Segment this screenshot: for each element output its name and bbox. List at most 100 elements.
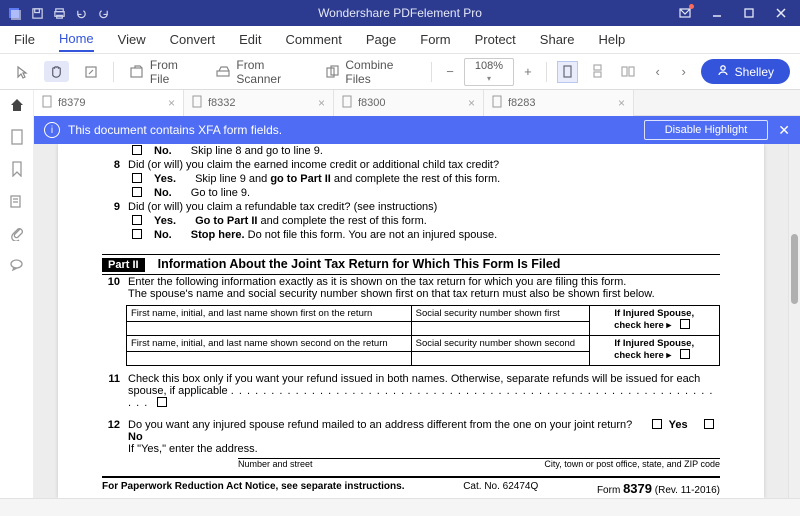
minimize-button[interactable] bbox=[704, 0, 730, 26]
checkbox[interactable] bbox=[680, 319, 690, 329]
zoom-out-button[interactable]: − bbox=[442, 63, 458, 81]
form-footer: For Paperwork Reduction Act Notice, see … bbox=[102, 476, 720, 496]
no-label: No. bbox=[154, 229, 172, 241]
menu-bar: File Home View Convert Edit Comment Page… bbox=[0, 26, 800, 54]
zoom-in-button[interactable]: + bbox=[520, 63, 536, 81]
info-banner: i This document contains XFA form fields… bbox=[34, 116, 800, 144]
combine-files-button[interactable]: Combine Files bbox=[320, 55, 421, 89]
status-bar bbox=[0, 498, 800, 516]
checkbox[interactable] bbox=[652, 419, 662, 429]
footer-catalog: Cat. No. 62474Q bbox=[463, 481, 538, 496]
thumbnails-icon[interactable] bbox=[8, 128, 26, 146]
attachments-icon[interactable] bbox=[8, 224, 26, 242]
document-viewport[interactable]: No. Skip line 8 and go to line 9. 8 Did … bbox=[34, 144, 788, 498]
bookmarks-icon[interactable] bbox=[8, 160, 26, 178]
checkbox[interactable] bbox=[132, 187, 142, 197]
checkbox[interactable] bbox=[132, 229, 142, 239]
checkbox[interactable] bbox=[132, 173, 142, 183]
search-icon[interactable] bbox=[8, 192, 26, 210]
menu-convert[interactable]: Convert bbox=[170, 32, 216, 47]
menu-comment[interactable]: Comment bbox=[286, 32, 342, 47]
nav-next-button[interactable]: › bbox=[675, 63, 693, 81]
from-file-label: From File bbox=[150, 58, 195, 86]
disable-highlight-button[interactable]: Disable Highlight bbox=[644, 120, 769, 140]
menu-home[interactable]: Home bbox=[59, 31, 94, 52]
menu-page[interactable]: Page bbox=[366, 32, 396, 47]
menu-edit[interactable]: Edit bbox=[239, 32, 261, 47]
field-caption: Number and street bbox=[238, 459, 313, 469]
checkbox[interactable] bbox=[132, 215, 142, 225]
text: Stop here. Do not file this form. You ar… bbox=[191, 229, 497, 241]
from-scanner-button[interactable]: From Scanner bbox=[210, 55, 310, 89]
view-continuous-button[interactable] bbox=[588, 61, 609, 83]
document-tab-strip: f8379 × f8332 × f8300 × f8283 × bbox=[0, 90, 800, 116]
menu-view[interactable]: View bbox=[118, 32, 146, 47]
hand-tool[interactable] bbox=[44, 61, 69, 82]
checkbox[interactable] bbox=[132, 145, 142, 155]
doc-tab[interactable]: f8332 × bbox=[184, 90, 334, 116]
input-field[interactable] bbox=[127, 322, 412, 336]
text: Go to line 9. bbox=[191, 187, 250, 199]
close-icon[interactable]: ✕ bbox=[778, 122, 790, 139]
maximize-button[interactable] bbox=[736, 0, 762, 26]
no-label: No. bbox=[154, 187, 172, 199]
doc-tab-icon bbox=[492, 95, 503, 111]
menu-protect[interactable]: Protect bbox=[475, 32, 516, 47]
edit-tool[interactable] bbox=[79, 62, 103, 82]
from-file-button[interactable]: From File bbox=[124, 55, 200, 89]
menu-file[interactable]: File bbox=[14, 32, 35, 47]
doc-tab-icon bbox=[342, 95, 353, 111]
nav-prev-button[interactable]: ‹ bbox=[649, 63, 667, 81]
close-icon[interactable]: × bbox=[468, 96, 475, 110]
user-name: Shelley bbox=[735, 65, 774, 79]
vertical-scrollbar[interactable] bbox=[788, 144, 800, 498]
yes-label: Yes. bbox=[154, 215, 176, 227]
comments-icon[interactable] bbox=[8, 256, 26, 274]
line-number: 8 bbox=[102, 159, 120, 171]
redo-icon[interactable] bbox=[94, 4, 112, 22]
input-field[interactable] bbox=[411, 352, 589, 366]
checkbox[interactable] bbox=[704, 419, 714, 429]
toolbar: From File From Scanner Combine Files − 1… bbox=[0, 54, 800, 90]
checkbox[interactable] bbox=[680, 349, 690, 359]
no-label: No. bbox=[154, 145, 172, 157]
print-icon[interactable] bbox=[50, 4, 68, 22]
close-button[interactable] bbox=[768, 0, 794, 26]
app-title: Wondershare PDFelement Pro bbox=[318, 6, 482, 20]
text: Do you want any injured spouse refund ma… bbox=[128, 419, 720, 469]
banner-message: This document contains XFA form fields. bbox=[68, 123, 282, 137]
left-rail bbox=[0, 90, 34, 498]
home-icon[interactable] bbox=[8, 96, 26, 114]
part-header: Part II Information About the Joint Tax … bbox=[102, 254, 720, 272]
close-icon[interactable]: × bbox=[618, 96, 625, 110]
checkbox[interactable] bbox=[157, 397, 167, 407]
view-single-page-button[interactable] bbox=[557, 61, 578, 83]
zoom-value[interactable]: 108% ▾ bbox=[464, 58, 514, 86]
combine-label: Combine Files bbox=[345, 58, 416, 86]
title-bar: Wondershare PDFelement Pro bbox=[0, 0, 800, 26]
menu-share[interactable]: Share bbox=[540, 32, 575, 47]
text: Did (or will) you claim the earned incom… bbox=[128, 159, 499, 171]
menu-form[interactable]: Form bbox=[420, 32, 450, 47]
scrollbar-thumb[interactable] bbox=[791, 234, 798, 304]
close-icon[interactable]: × bbox=[168, 96, 175, 110]
save-icon[interactable] bbox=[28, 4, 46, 22]
notification-icon[interactable] bbox=[672, 0, 698, 26]
view-two-page-button[interactable] bbox=[618, 61, 639, 83]
close-icon[interactable]: × bbox=[318, 96, 325, 110]
undo-icon[interactable] bbox=[72, 4, 90, 22]
input-field[interactable] bbox=[127, 352, 412, 366]
user-account-button[interactable]: Shelley bbox=[701, 59, 790, 84]
zoom-controls: − 108% ▾ + bbox=[442, 58, 536, 86]
doc-tab[interactable]: f8283 × bbox=[484, 90, 634, 116]
app-logo-icon bbox=[6, 4, 24, 22]
input-field[interactable] bbox=[411, 322, 589, 336]
select-tool[interactable] bbox=[10, 62, 34, 82]
combine-icon bbox=[325, 64, 340, 80]
menu-help[interactable]: Help bbox=[599, 32, 626, 47]
doc-tab[interactable]: f8379 × bbox=[34, 90, 184, 116]
text: Did (or will) you claim a refundable tax… bbox=[128, 201, 437, 213]
field-caption: City, town or post office, state, and ZI… bbox=[544, 459, 720, 469]
from-scanner-label: From Scanner bbox=[236, 58, 305, 86]
doc-tab[interactable]: f8300 × bbox=[334, 90, 484, 116]
